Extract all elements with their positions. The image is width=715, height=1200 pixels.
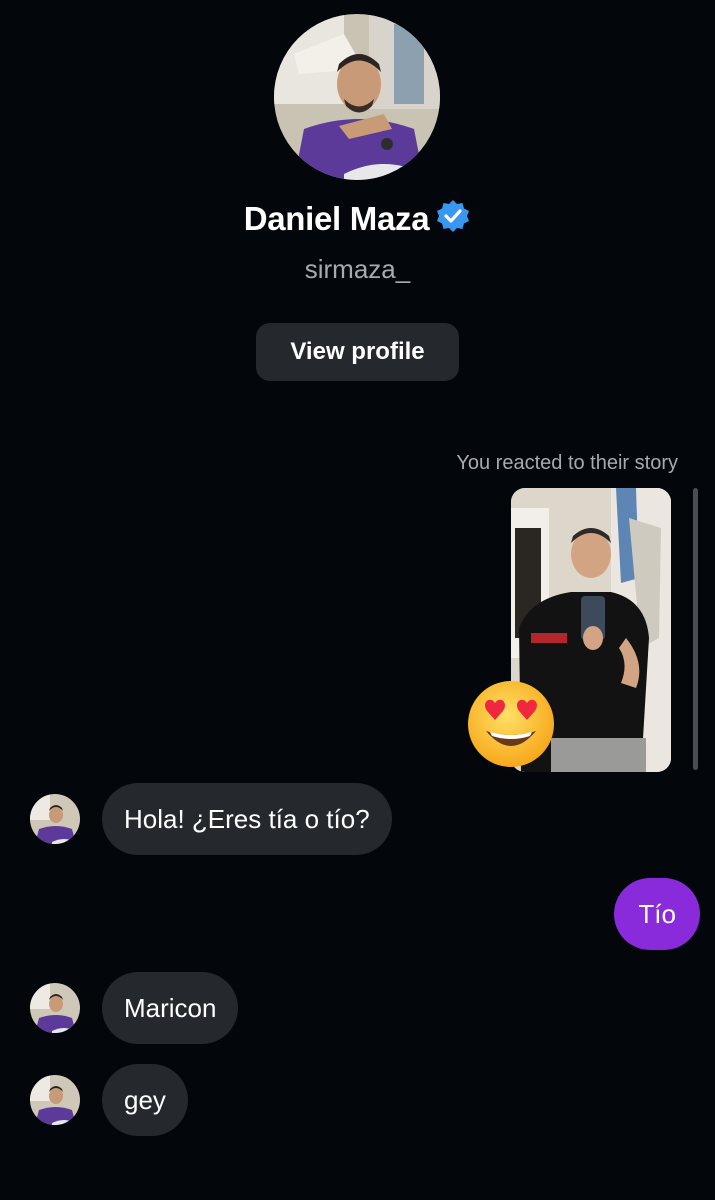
message-bubble[interactable]: gey [102,1064,188,1136]
profile-avatar[interactable] [274,14,440,180]
view-profile-button[interactable]: View profile [256,323,459,381]
profile-name-row: Daniel Maza [0,198,715,239]
message-bubble-outgoing[interactable]: Tío [614,878,700,950]
verified-badge-icon [435,198,471,239]
display-name: Daniel Maza [243,199,430,237]
message-row-incoming: Hola! ¿Eres tía o tío? [30,783,392,855]
scrollbar[interactable] [693,488,698,770]
heart-eyes-emoji-icon [466,679,556,769]
username: sirmaza_ [304,254,411,284]
message-bubble[interactable]: Hola! ¿Eres tía o tío? [102,783,392,855]
sender-avatar[interactable] [30,1075,80,1125]
sender-avatar[interactable] [30,794,80,844]
story-reaction-label: You reacted to their story [456,452,678,474]
sender-avatar[interactable] [30,983,80,1033]
message-bubble[interactable]: Maricon [102,972,239,1044]
message-row-incoming: gey [30,1064,188,1136]
message-row-incoming: Maricon [30,972,239,1044]
